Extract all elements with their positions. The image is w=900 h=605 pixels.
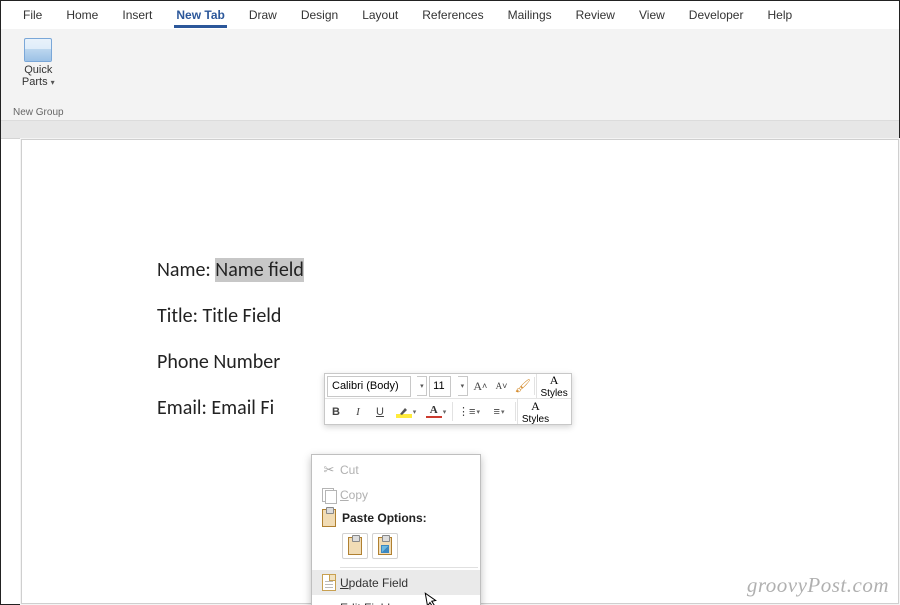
font-name-dropdown[interactable]: ▾	[417, 376, 427, 396]
clipboard-picture-icon	[378, 537, 392, 555]
bold-button[interactable]: B	[325, 399, 347, 424]
tab-mailings[interactable]: Mailings	[496, 1, 564, 29]
tab-layout[interactable]: Layout	[350, 1, 410, 29]
selected-field-name[interactable]: Name field	[215, 258, 304, 282]
grow-font-button[interactable]: A˄	[470, 374, 491, 398]
font-name-input[interactable]	[327, 376, 411, 397]
highlight-button[interactable]: ▾	[391, 399, 421, 424]
document-page[interactable]: Name: Name field Title: Title Field Phon…	[21, 139, 899, 604]
ribbon-group-new-group: Quick Parts ▾ New Group	[9, 33, 68, 120]
scissors-icon: ✂	[324, 462, 335, 478]
numbering-button[interactable]: ≡▾	[484, 399, 514, 424]
doc-line-name[interactable]: Name: Name field	[157, 258, 304, 282]
paste-picture-button[interactable]	[372, 533, 398, 559]
shrink-font-button[interactable]: A˅	[491, 374, 512, 398]
tab-insert[interactable]: Insert	[110, 1, 164, 29]
doc-line-phone[interactable]: Phone Number	[157, 350, 304, 374]
font-size-input[interactable]	[429, 376, 451, 397]
quick-parts-icon	[24, 38, 52, 62]
document-icon	[322, 574, 336, 591]
font-name-combo[interactable]	[325, 374, 417, 398]
horizontal-ruler[interactable]	[1, 121, 899, 139]
tab-view[interactable]: View	[627, 1, 677, 29]
bullets-icon: ⋮≡	[458, 405, 475, 418]
ribbon-body: Quick Parts ▾ New Group	[1, 29, 899, 121]
tab-file[interactable]: File	[11, 1, 54, 29]
clipboard-icon	[322, 509, 336, 527]
doc-line-email[interactable]: Email: Email Fi	[157, 396, 304, 420]
numbering-icon: ≡	[494, 406, 500, 418]
font-size-dropdown[interactable]: ▾	[458, 376, 468, 396]
ctx-cut[interactable]: ✂ Cut	[312, 457, 480, 482]
italic-button[interactable]: I	[347, 399, 369, 424]
ctx-separator	[340, 567, 478, 568]
ribbon-group-label: New Group	[13, 107, 64, 120]
quick-parts-label-2: Parts ▾	[22, 76, 55, 89]
ctx-edit-field[interactable]: Edit Field...	[312, 595, 480, 605]
tab-help[interactable]: Help	[755, 1, 804, 29]
font-color-icon: A	[426, 406, 442, 418]
context-menu: ✂ Cut Copy Paste Options:	[311, 454, 481, 605]
font-size-combo[interactable]	[429, 374, 458, 398]
app-frame: File Home Insert New Tab Draw Design Lay…	[0, 0, 900, 605]
highlight-icon	[396, 406, 412, 418]
tab-design[interactable]: Design	[289, 1, 350, 29]
font-color-button[interactable]: A▾	[421, 399, 451, 424]
format-painter-button[interactable]: 🖌	[512, 374, 533, 398]
watermark: groovyPost.com	[747, 573, 889, 598]
quick-parts-label-1: Quick	[24, 64, 52, 76]
ctx-copy[interactable]: Copy	[312, 482, 480, 507]
quick-parts-button[interactable]: Quick Parts ▾	[16, 35, 60, 90]
document-body[interactable]: Name: Name field Title: Title Field Phon…	[157, 258, 304, 442]
styles-button[interactable]: A Styles	[536, 374, 571, 398]
paintbrush-icon: 🖌	[514, 378, 531, 394]
ribbon-tabs: File Home Insert New Tab Draw Design Lay…	[1, 1, 899, 29]
ctx-paste-options-row	[312, 529, 480, 565]
chevron-down-icon: ▾	[51, 78, 55, 87]
tab-new-tab[interactable]: New Tab	[164, 1, 236, 29]
tab-review[interactable]: Review	[564, 1, 627, 29]
underline-button[interactable]: U	[369, 399, 391, 424]
copy-icon	[322, 488, 336, 502]
tab-draw[interactable]: Draw	[237, 1, 289, 29]
bullets-button[interactable]: ⋮≡▾	[454, 399, 484, 424]
tab-home[interactable]: Home	[54, 1, 110, 29]
ctx-update-field[interactable]: Update Field	[312, 570, 480, 595]
clipboard-icon	[348, 537, 362, 555]
tab-references[interactable]: References	[410, 1, 495, 29]
mini-toolbar: ▾ ▾ A˄ A˅ 🖌 A Styles B I	[324, 373, 572, 425]
workspace: Name: Name field Title: Title Field Phon…	[1, 121, 899, 604]
ctx-paste-options-header: Paste Options:	[312, 507, 480, 529]
tab-developer[interactable]: Developer	[677, 1, 756, 29]
styles-button-2[interactable]: A Styles	[517, 399, 553, 424]
paste-keep-source-button[interactable]	[342, 533, 368, 559]
doc-line-title[interactable]: Title: Title Field	[157, 304, 304, 328]
